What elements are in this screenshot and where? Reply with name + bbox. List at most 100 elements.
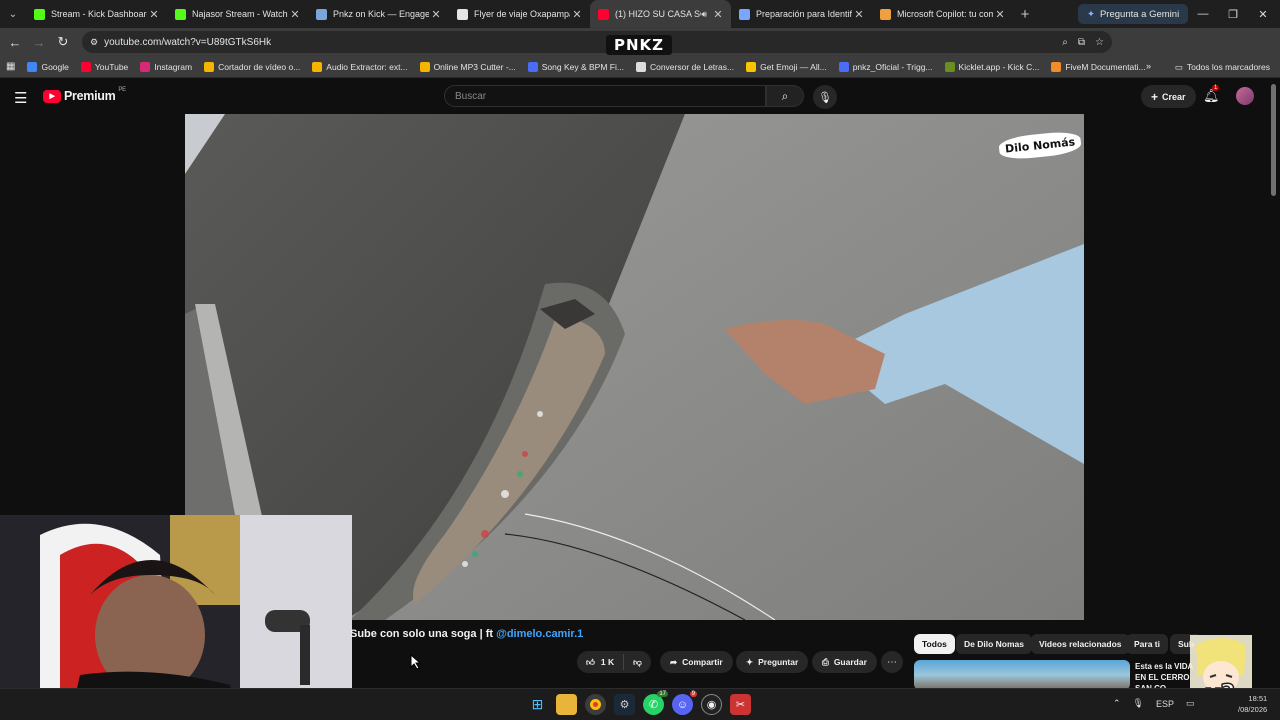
bookmark-label: FiveM Documentati... [1065,61,1146,72]
zoom-icon[interactable]: ⌕ [1062,37,1068,48]
ask-gemini-button[interactable]: ✦ Pregunta a Gemini [1078,4,1189,24]
discord-badge: 9 [689,691,697,697]
voice-search-button[interactable]: 🎙︎ [813,85,837,109]
search-button[interactable]: ⌕ [766,85,804,107]
bookmark-label: Get Emoji — All... [760,61,827,72]
browser-tab[interactable]: Microsoft Copilot: tu comp ✕ [872,0,1013,28]
share-button[interactable]: ➦ Compartir [660,651,733,673]
forward-icon[interactable]: → [27,30,51,54]
cast-icon[interactable]: ⧉ [1078,37,1085,48]
bookmark-item[interactable]: Google [27,61,69,72]
close-tab-icon[interactable]: ✕ [711,8,725,21]
discord-icon[interactable]: ☺ 9 [672,691,697,715]
new-tab-button[interactable]: + [1013,6,1037,23]
microphone-tray-icon[interactable]: 🎙︎ [1133,698,1144,709]
region-code: PE [118,87,126,93]
browser-tab[interactable]: Najasor Stream - Watch Li ✕ [167,0,308,28]
bookmark-item[interactable]: Online MP3 Cutter -... [419,61,516,72]
whatsapp-icon[interactable]: ✆ 17 [643,691,668,715]
page-scrollbar[interactable] [1271,84,1276,196]
youtube-premium-logo[interactable]: ▶ Premium PE [43,87,126,103]
clock-time: 18:51 [1248,694,1268,703]
browser-tab[interactable]: (1) HIZO SU CASA SOI 🔊︎ ✕ [590,0,731,28]
reload-icon[interactable]: ↻ [51,30,75,54]
chip-videos-relacionados[interactable]: Videos relacionados [1031,634,1130,654]
avatar[interactable] [1236,87,1254,105]
tab-search-chevron-icon[interactable]: ⌄ [0,0,26,28]
steam-icon[interactable]: ⚙ [614,694,635,715]
tab-title: Pnkz on Kick — Engageme [333,9,429,19]
create-button[interactable]: + Crear [1141,85,1196,108]
share-label: Compartir [682,657,723,667]
browser-tab[interactable]: Pnkz on Kick — Engageme✕ [308,0,449,28]
browser-tab[interactable]: Preparación para Identific ✕ [731,0,872,28]
bookmark-favicon-icon [944,61,955,72]
bookmark-item[interactable]: FiveM Documentati... [1051,61,1146,72]
url-text[interactable]: youtube.com/watch?v=U89tGTkS6Hk [104,37,271,48]
clock-date: /08/2026 [1238,705,1268,714]
like-button[interactable]: 👍︎ 1 K [577,654,625,670]
address-bar[interactable]: ⚙ youtube.com/watch?v=U89tGTkS6Hk ⌕ ⧉ ☆ [82,31,1112,53]
suggested-video-thumbnail[interactable] [914,660,1130,690]
mention-link[interactable]: @dimelo.camir.1 [496,628,583,640]
browser-tab[interactable]: Stream - Kick Dashboard ✕ [26,0,167,28]
close-tab-icon[interactable]: ✕ [852,8,866,21]
tab-title: Flyer de viaje Oxapampa [474,9,570,19]
video-title: Sube con solo una soga | ft @dimelo.cami… [350,628,583,640]
speaker-icon[interactable]: 🔊︎ [701,9,707,20]
close-tab-icon[interactable]: ✕ [429,8,443,21]
bookmark-item[interactable]: Cortador de vídeo o... [204,61,300,72]
back-icon[interactable]: ← [3,30,27,54]
bookmark-item[interactable]: Kicklet.app - Kick C... [944,61,1039,72]
close-tab-icon[interactable]: ✕ [993,8,1007,21]
close-window-icon[interactable]: ✕ [1248,0,1278,28]
bookmark-item[interactable]: YouTube [80,61,129,72]
minimize-icon[interactable]: — [1188,0,1218,28]
bookmark-star-icon[interactable]: ☆ [1095,37,1104,48]
ask-label: Preguntar [758,657,799,667]
tab-title: Preparación para Identific [756,9,852,19]
bookmark-item[interactable]: Song Key & BPM Fi... [527,61,624,72]
bookmark-item[interactable]: Instagram [140,61,192,72]
site-info-icon[interactable]: ⚙ [90,37,98,48]
notification-badge: 1 [1212,85,1220,91]
close-tab-icon[interactable]: ✕ [288,8,302,21]
more-actions-icon[interactable]: ⋯ [881,651,903,673]
browser-tab[interactable]: Flyer de viaje Oxapampa ✕ [449,0,590,28]
close-tab-icon[interactable]: ✕ [147,8,161,21]
bookmark-item[interactable]: pnkz_Oficial - Trigg... [838,61,933,72]
more-bookmarks-chevron-icon[interactable]: » [1146,61,1151,71]
kick-icon [175,8,186,20]
file-explorer-icon[interactable] [556,694,577,715]
dislike-button[interactable]: 👎︎ [624,657,651,668]
restore-icon[interactable]: ❐ [1218,0,1248,28]
apps-grid-icon[interactable]: ▦ [6,61,15,72]
thumbs-up-icon: 👍︎ [586,656,595,667]
bookmark-item[interactable]: Audio Extractor: ext... [312,61,408,72]
snipping-tool-icon[interactable]: ✂ [730,694,751,715]
obs-icon[interactable]: ◉ [701,694,722,715]
chip-de-dilo-nomas[interactable]: De Dilo Nomas [956,634,1032,654]
ask-button[interactable]: ✦ Preguntar [736,651,809,673]
close-tab-icon[interactable]: ✕ [570,8,584,21]
save-label: Guardar [833,657,867,667]
windows-start-icon[interactable]: ⊞ [527,694,548,715]
bookmark-label: YouTube [94,61,129,72]
chip-para-ti[interactable]: Para ti [1126,634,1168,654]
language-indicator[interactable]: ESP [1156,699,1174,709]
hamburger-menu-icon[interactable]: ☰ [14,89,27,107]
bookmark-item[interactable]: Get Emoji — All... [746,61,827,72]
tray-chevron-icon[interactable]: ⌃ [1113,698,1121,709]
monitor-icon[interactable]: ▭ [1186,698,1195,709]
bookmark-item[interactable]: Conversor de Letras... [635,61,734,72]
notifications-bell-icon[interactable]: 🔔︎ 1 [1203,85,1220,104]
system-clock[interactable]: 18:51 /08/2026 [1238,693,1267,715]
search-placeholder: Buscar [455,90,487,102]
chrome-icon[interactable] [585,694,606,715]
all-bookmarks-folder[interactable]: ▭ Todos los marcadores [1175,56,1270,78]
chip-todos[interactable]: Todos [914,634,955,654]
bookmark-favicon-icon [204,61,215,72]
search-input[interactable]: Buscar [444,85,766,107]
search-icon: ⌕ [781,88,789,103]
save-button[interactable]: ⎙ Guardar [812,651,877,673]
